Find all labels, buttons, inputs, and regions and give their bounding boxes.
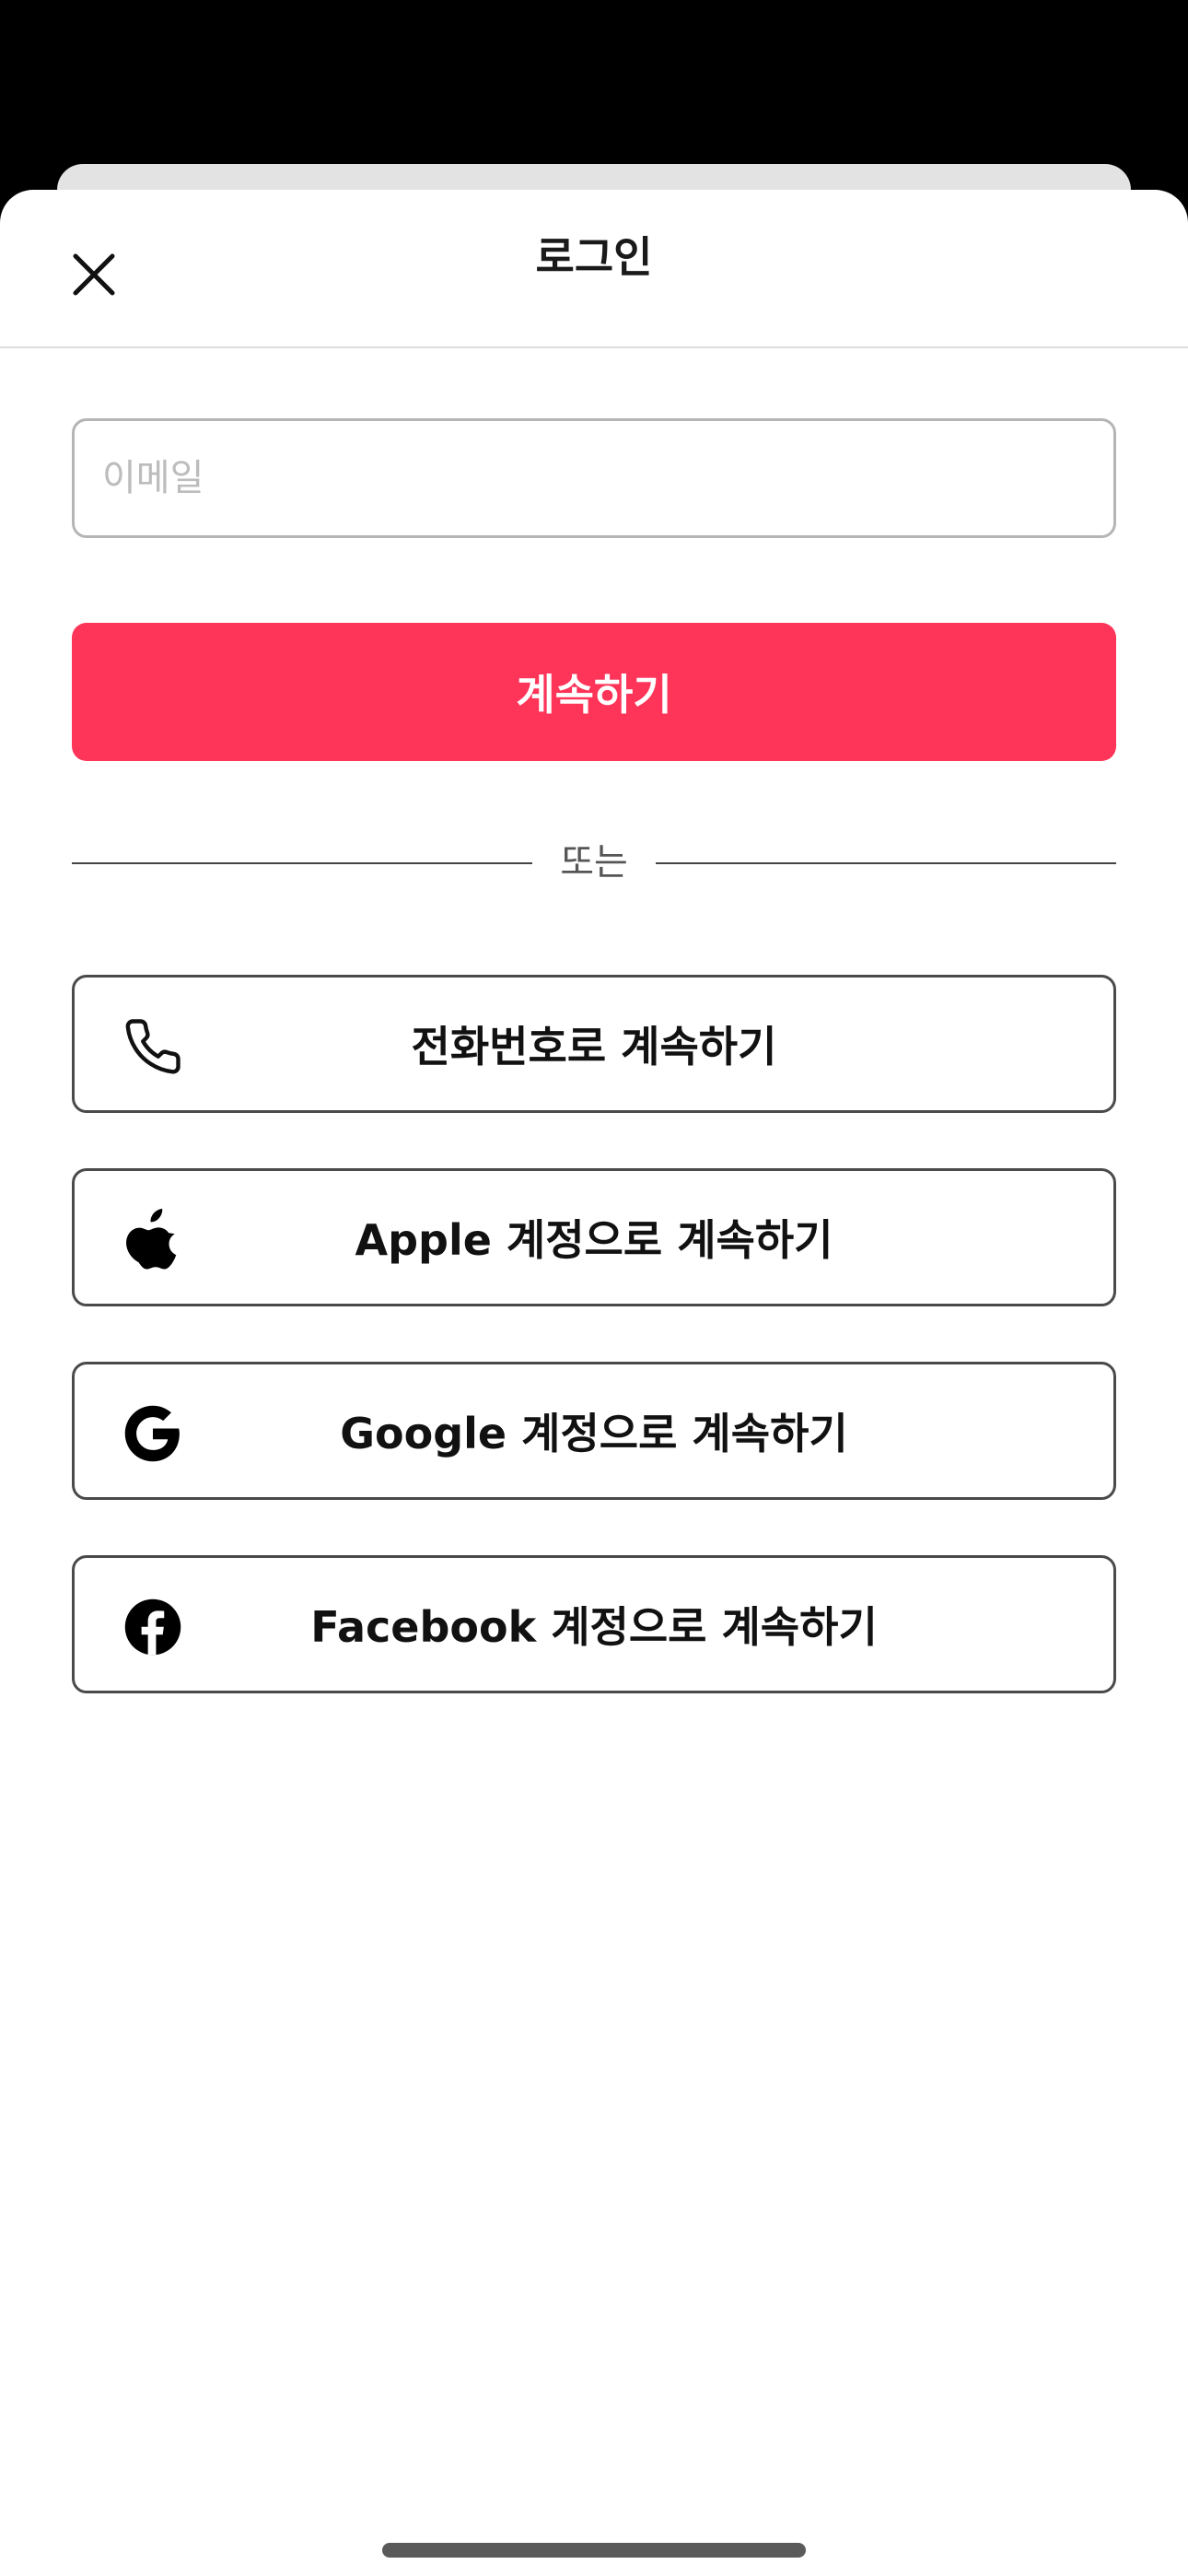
google-login-button[interactable]: Google 계정으로 계속하기 — [72, 1362, 1116, 1500]
continue-button-label: 계속하기 — [516, 670, 672, 720]
divider-line-right — [656, 862, 1116, 864]
login-sheet: 로그인 계속하기 또는 전화번호로 계속하기 — [0, 190, 1188, 2576]
phone-login-button[interactable]: 전화번호로 계속하기 — [72, 975, 1116, 1113]
email-field[interactable] — [72, 418, 1116, 538]
home-indicator[interactable] — [382, 2543, 806, 2558]
facebook-login-button[interactable]: Facebook 계정으로 계속하기 — [72, 1555, 1116, 1693]
continue-button[interactable]: 계속하기 — [72, 623, 1116, 761]
or-divider: 또는 — [72, 835, 1116, 890]
divider-text: 또는 — [560, 841, 628, 884]
apple-login-button[interactable]: Apple 계정으로 계속하기 — [72, 1168, 1116, 1306]
close-button[interactable] — [57, 238, 131, 311]
phone-login-label: 전화번호로 계속하기 — [411, 1022, 777, 1071]
facebook-login-label: Facebook 계정으로 계속하기 — [310, 1602, 878, 1652]
close-icon — [72, 252, 116, 297]
page-title: 로그인 — [535, 232, 653, 282]
apple-login-label: Apple 계정으로 계속하기 — [355, 1215, 833, 1265]
google-login-label: Google 계정으로 계속하기 — [340, 1409, 848, 1458]
sheet-header: 로그인 — [0, 190, 1188, 348]
divider-line-left — [72, 862, 532, 864]
